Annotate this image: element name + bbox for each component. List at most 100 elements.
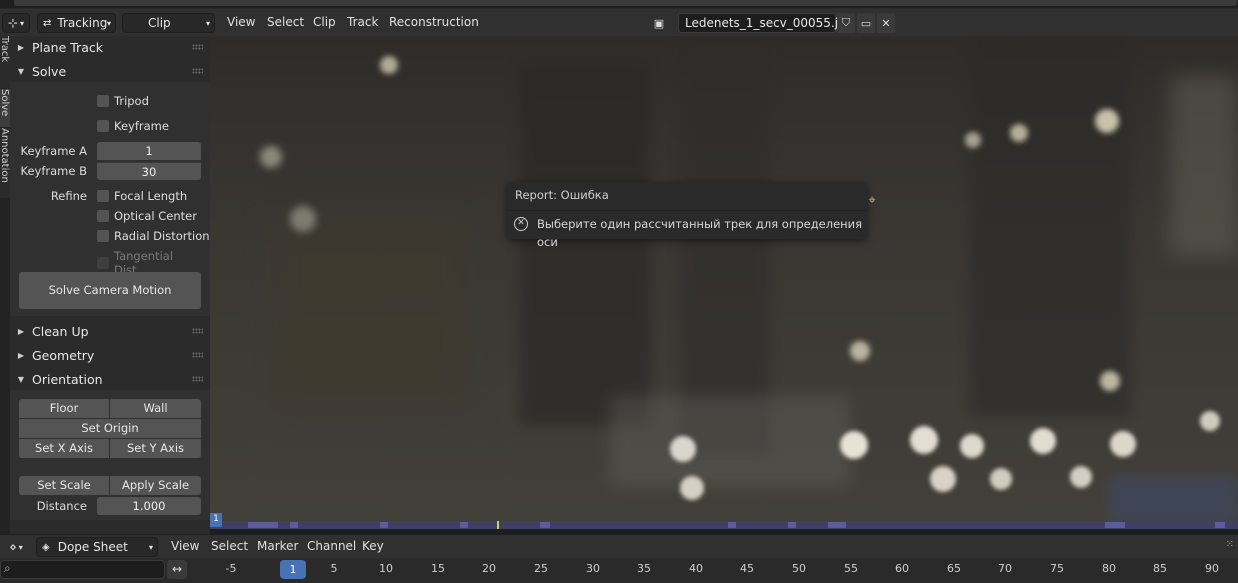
drag-grip-icon[interactable] [192, 376, 203, 382]
chevron-down-icon: ▾ [18, 542, 23, 552]
distance-field[interactable]: 1.000 [97, 497, 201, 515]
checkbox-box[interactable] [97, 95, 109, 107]
menu-reconstruction[interactable]: Reconstruction [389, 9, 479, 36]
track-segment [290, 522, 298, 528]
tree-shape [270, 216, 470, 416]
fake-user-shield-icon[interactable]: ⛉ [837, 13, 855, 33]
dopesheet-mode-dropdown[interactable]: ◈ Dope Sheet ▾ [36, 537, 158, 557]
marker-handle-icon[interactable]: ⌖ [865, 194, 879, 208]
clip-icon[interactable]: ▣ [650, 13, 668, 33]
ruler-tick: 50 [792, 562, 806, 575]
menu-marker[interactable]: Marker [257, 535, 298, 559]
clip-scrubber[interactable]: 1 [210, 513, 1238, 529]
solve-camera-motion-button[interactable]: Solve Camera Motion [19, 272, 201, 309]
ruler-tick: 30 [586, 562, 600, 575]
bokeh-light [960, 434, 984, 458]
ruler-tick: 90 [1205, 562, 1219, 575]
open-folder-icon[interactable]: ▭ [857, 13, 875, 33]
apply-scale-button[interactable]: Apply Scale [110, 476, 201, 495]
tab-solve[interactable]: Solve [0, 89, 10, 127]
menu-track[interactable]: Track [347, 9, 378, 36]
tripod-checkbox[interactable]: Tripod [97, 94, 149, 108]
section-plane-track[interactable]: ▶ Plane Track [10, 36, 210, 58]
report-title: Report: Ошибка [515, 188, 609, 202]
checkbox-box[interactable] [97, 120, 109, 132]
drag-grip-icon[interactable] [192, 68, 203, 74]
track-segment [728, 522, 736, 528]
tree-highlight-shape [1170, 76, 1238, 256]
menu-clip[interactable]: Clip [313, 9, 336, 36]
mode-dropdown[interactable]: Clip ▾ [122, 13, 215, 33]
current-frame-indicator[interactable]: 1 [280, 560, 306, 579]
optical-center-checkbox[interactable]: Optical Center [97, 209, 197, 223]
ruler-tick: 75 [1050, 562, 1064, 575]
section-title: Geometry [32, 347, 95, 363]
menu-view[interactable]: View [227, 9, 255, 36]
bokeh-light [290, 206, 316, 232]
ruler-tick: 80 [1102, 562, 1116, 575]
dopesheet-ruler[interactable]: ⌕ ↔ -5 1 5 10 15 20 25 30 35 40 45 50 55… [0, 558, 1238, 583]
ruler-tick: 25 [534, 562, 548, 575]
checkbox-box[interactable] [97, 210, 109, 222]
keyframe-b-field[interactable]: 30 [97, 162, 201, 180]
section-solve[interactable]: ▼ Solve [10, 60, 210, 82]
keyframe-a-label: Keyframe A [20, 144, 87, 158]
scrub-frame-indicator[interactable]: 1 [210, 513, 222, 527]
section-title: Clean Up [32, 323, 89, 339]
section-orientation[interactable]: ▼ Orientation [10, 368, 210, 390]
checkbox-box[interactable] [97, 230, 109, 242]
track-segment [828, 522, 846, 528]
triangle-right-icon: ▶ [17, 42, 25, 52]
ruler-tick: 55 [844, 562, 858, 575]
chevron-down-icon: ▾ [148, 542, 153, 552]
drag-grip-icon[interactable] [192, 352, 203, 358]
ruler-tick: -5 [225, 562, 237, 575]
radial-distortion-checkbox[interactable]: Radial Distortion [97, 229, 210, 243]
menu-select[interactable]: Select [211, 535, 248, 559]
dopesheet-header: ⋄ ▾ ◈ Dope Sheet ▾ View Select Marker Cha… [0, 534, 1238, 558]
chevron-down-icon: ▾ [106, 18, 111, 28]
keyframe-checkbox[interactable]: Keyframe [97, 119, 169, 133]
set-y-axis-button[interactable]: Set Y Axis [110, 439, 201, 458]
set-scale-button[interactable]: Set Scale [19, 476, 109, 495]
tab-track[interactable]: Track [0, 36, 10, 88]
checkbox-box[interactable] [97, 190, 109, 202]
swap-direction-icon[interactable]: ↔ [167, 560, 187, 579]
sign-shape [1110, 476, 1238, 522]
editor-type-button[interactable]: ⋄ ▾ [2, 537, 30, 557]
bokeh-light [1010, 124, 1028, 142]
close-icon[interactable]: ✕ [877, 13, 895, 33]
bokeh-light [930, 466, 956, 492]
divider [507, 210, 867, 211]
ruler-tick: 35 [637, 562, 651, 575]
orientation-body: Floor Wall Set Origin Set X Axis Set Y A… [10, 390, 210, 520]
clip-name-field[interactable]: Ledenets_1_secv_00055.jpg [678, 13, 853, 33]
menu-select[interactable]: Select [267, 9, 304, 36]
drag-grip-icon[interactable]: ⁙ [1226, 539, 1234, 550]
checkbox-box[interactable] [97, 257, 109, 269]
section-clean-up[interactable]: ▶ Clean Up [10, 320, 210, 342]
editor-type-button[interactable]: ⊹ ▾ [2, 13, 30, 33]
bokeh-light [1100, 371, 1120, 391]
top-scrollbar[interactable] [14, 0, 1237, 6]
workspace-dropdown[interactable]: ⇄ Tracking ▾ [37, 13, 116, 33]
channel-search-input[interactable]: ⌕ [0, 560, 165, 579]
menu-channel[interactable]: Channel [307, 535, 356, 559]
keyframe-a-field[interactable]: 1 [97, 142, 201, 160]
drag-grip-icon[interactable] [192, 328, 203, 334]
tab-annotation[interactable]: Annotation [0, 128, 10, 198]
error-icon: ✕ [514, 217, 528, 231]
set-origin-button[interactable]: Set Origin [19, 419, 201, 438]
section-title: Orientation [32, 371, 103, 387]
clip-viewport[interactable]: ⌖ [210, 36, 1238, 522]
drag-grip-icon[interactable] [192, 44, 203, 50]
focal-length-checkbox[interactable]: Focal Length [97, 189, 187, 203]
track-segment [1105, 522, 1125, 528]
menu-key[interactable]: Key [362, 535, 384, 559]
wall-button[interactable]: Wall [110, 399, 201, 418]
set-x-axis-button[interactable]: Set X Axis [19, 439, 109, 458]
floor-button[interactable]: Floor [19, 399, 109, 418]
section-geometry[interactable]: ▶ Geometry [10, 344, 210, 366]
search-icon: ⌕ [4, 561, 11, 575]
menu-view[interactable]: View [171, 535, 199, 559]
